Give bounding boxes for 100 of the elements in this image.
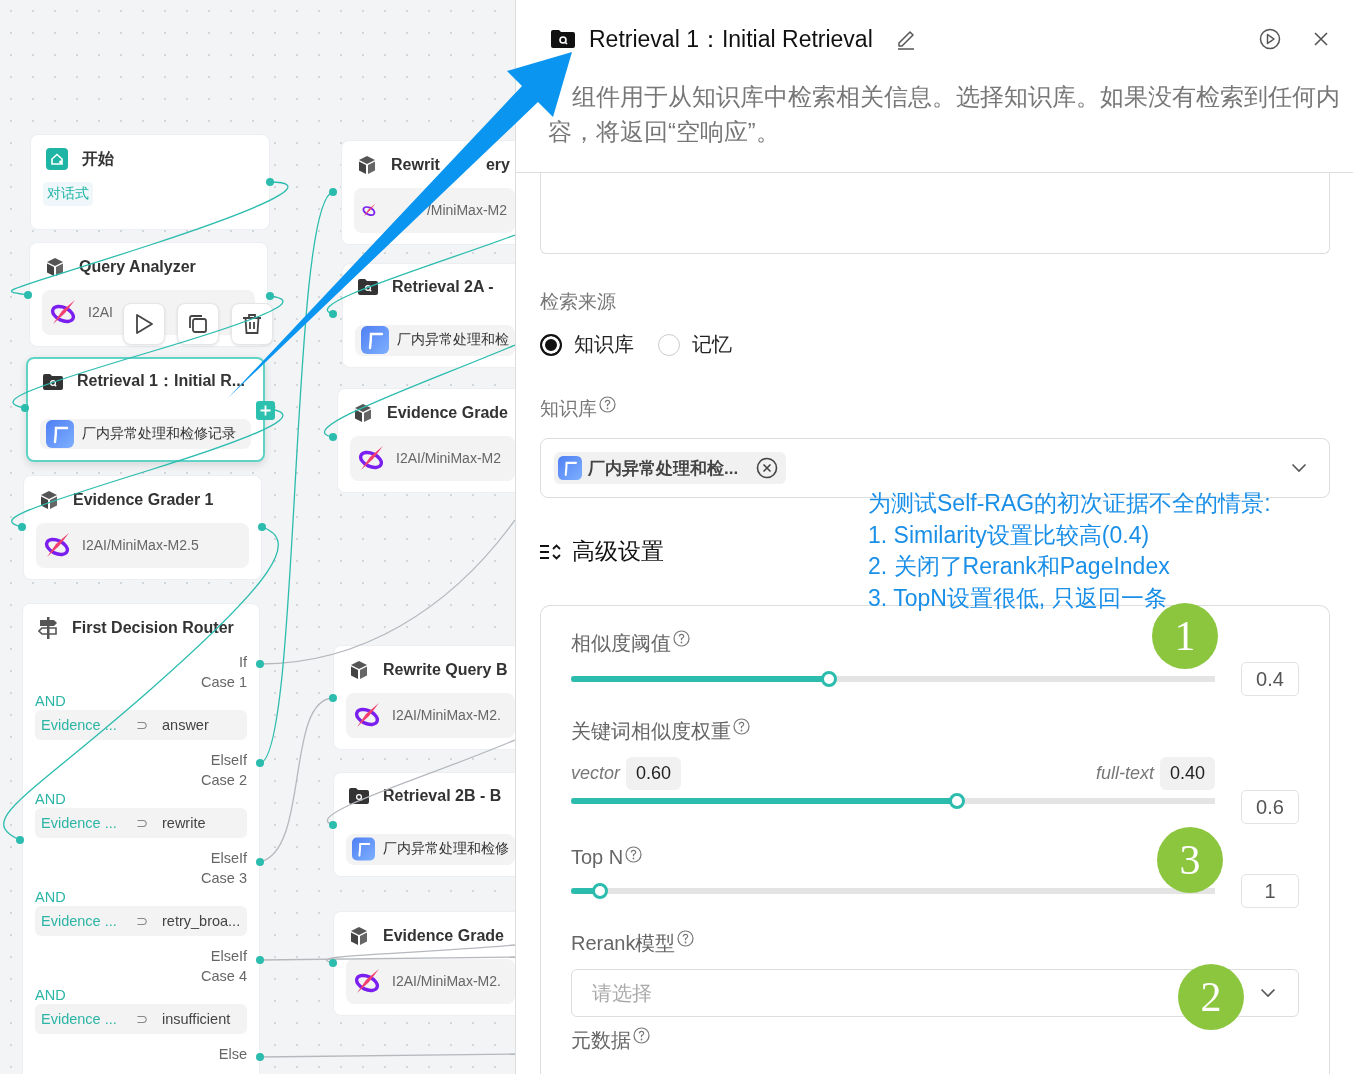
chevron-down-icon (1260, 988, 1276, 998)
field-label: 知识库 (540, 397, 597, 421)
setting-label: 元数据 (571, 1028, 631, 1053)
node-title: Retrieval 2A - (392, 278, 494, 297)
connection-handle[interactable] (18, 523, 26, 531)
connection-handle[interactable] (21, 404, 29, 412)
field-label: 检索来源 (540, 290, 617, 314)
number-input[interactable]: 1 (1241, 874, 1299, 908)
connection-handle[interactable] (266, 178, 274, 186)
panel-title: Retrieval 1：Initial Retrieval (589, 24, 873, 54)
signpost-icon (38, 617, 58, 639)
logic-label: AND (35, 692, 67, 710)
connection-handle[interactable] (256, 858, 264, 866)
condition-value: retry_broa... (162, 913, 241, 929)
cube-icon (349, 659, 369, 680)
node-card[interactable]: Retrieval 2A - 厂内异常处理和检 (342, 263, 515, 368)
node-card[interactable]: Retrieval 1：Initial R... 厂内异常处理和检修记录 (26, 357, 265, 462)
condition-operator: ⊃ (136, 815, 150, 831)
radio-option[interactable]: 知识库 (540, 331, 634, 358)
branch-label: ElseIf (210, 849, 247, 868)
condition-value: rewrite (162, 815, 206, 831)
node-card[interactable]: Evidence Grade I2AI/MiniMax-M2. (333, 911, 515, 1016)
delete-button[interactable] (231, 303, 273, 345)
node-title: Rewrite Query B (383, 660, 508, 679)
node-title: Rewrit (391, 155, 440, 174)
setting-label: 相似度阈值 (571, 631, 671, 656)
folder-search-icon (551, 29, 575, 49)
close-icon (756, 457, 779, 479)
weight-value: 0.60 (626, 757, 682, 790)
setting-label: Rerank模型 (571, 931, 676, 956)
connection-handle[interactable] (256, 759, 264, 767)
branch-label: If (238, 653, 247, 672)
connection-handle[interactable] (329, 310, 337, 318)
condition-variable: Evidence ... (41, 1011, 118, 1027)
help-icon (633, 1027, 650, 1044)
copy-button[interactable] (177, 303, 219, 345)
model-logo-icon (354, 967, 382, 996)
case-label: Case 4 (201, 967, 247, 986)
connection-handle[interactable] (256, 1053, 264, 1061)
node-card[interactable]: Evidence Grader 1 I2AI/MiniMax-M2.5 (23, 475, 262, 580)
node-card[interactable]: 开始 对话式 (30, 134, 270, 230)
cube-icon (353, 402, 373, 423)
logic-label: AND (35, 888, 67, 906)
slider-thumb[interactable] (591, 883, 608, 899)
condition-variable: Evidence ... (41, 717, 118, 733)
knowledge-base-name: 厂内异常处理和检修记录 (82, 424, 236, 443)
case-label: Case 3 (201, 869, 247, 888)
connection-handle[interactable] (329, 433, 337, 441)
connection-handle[interactable] (266, 292, 274, 300)
copy-icon (187, 313, 209, 335)
condition-variable: Evidence ... (41, 815, 118, 831)
help-icon (677, 930, 695, 947)
remove-tag-button[interactable] (756, 457, 779, 479)
slider-thumb[interactable] (820, 671, 837, 687)
node-card[interactable]: Rewrite Query B I2AI/MiniMax-M2. (333, 645, 515, 750)
node-card[interactable]: Retrieval 2B - B 厂内异常处理和检修 (333, 772, 515, 877)
play-icon (1259, 28, 1281, 50)
model-name: I2AI/MiniMax-M2.5 (82, 537, 199, 554)
play-icon (134, 313, 154, 335)
sliders-icon (540, 543, 562, 560)
model-name: I2AI (88, 304, 113, 321)
connection-handle[interactable] (256, 660, 264, 668)
model-logo-icon (354, 701, 382, 730)
condition-operator: ⊃ (136, 1011, 150, 1027)
node-card[interactable]: Evidence Grade I2AI/MiniMax-M2 (337, 388, 515, 493)
node-title: ery (485, 155, 510, 174)
model-name: I2AI/MiniMax-M2. (392, 973, 501, 990)
panel-description: 组件用于从知识库中检索相关信息。选择知识库。如果没有检索到任何内容，将返回“空响应”。 (548, 83, 1341, 147)
help-icon (625, 846, 643, 863)
radio-option[interactable]: 记忆 (658, 331, 732, 358)
knowledge-base-icon (361, 326, 389, 355)
connection-handle[interactable] (256, 956, 264, 964)
connection-handle[interactable] (329, 821, 337, 829)
radio-button[interactable] (540, 333, 562, 356)
advanced-settings-toggle[interactable]: 高级设置 (540, 536, 664, 567)
tag-label: 厂内异常处理和检... (588, 457, 739, 480)
close-button[interactable] (1313, 31, 1329, 47)
number-input[interactable]: 0.6 (1241, 790, 1299, 824)
number-input[interactable]: 0.4 (1241, 662, 1299, 696)
folder-search-icon (358, 279, 378, 296)
model-name: I2AI/MiniMax-M2 (396, 450, 502, 467)
setting-label: Top N (571, 846, 624, 869)
node-title: Retrieval 1：Initial R... (77, 371, 246, 392)
connection-handle[interactable] (16, 836, 24, 844)
condition-value: insufficient (162, 1011, 231, 1027)
run-button[interactable] (1259, 28, 1281, 50)
connection-handle[interactable] (258, 523, 266, 531)
connection-handle[interactable] (24, 291, 32, 299)
knowledge-base-icon (352, 835, 375, 864)
slider-thumb[interactable] (949, 792, 966, 809)
weight-label: vector (571, 763, 621, 784)
node-title: 开始 (82, 148, 114, 169)
condition-variable: Evidence ... (41, 913, 118, 929)
connection-handle[interactable] (329, 694, 337, 702)
model-logo-icon (358, 444, 386, 473)
chevron-down-icon (1291, 463, 1307, 473)
branch-label: ElseIf (210, 751, 247, 770)
connection-handle[interactable] (329, 959, 337, 967)
connection-handle[interactable] (329, 188, 337, 196)
knowledge-base-icon (558, 456, 582, 480)
